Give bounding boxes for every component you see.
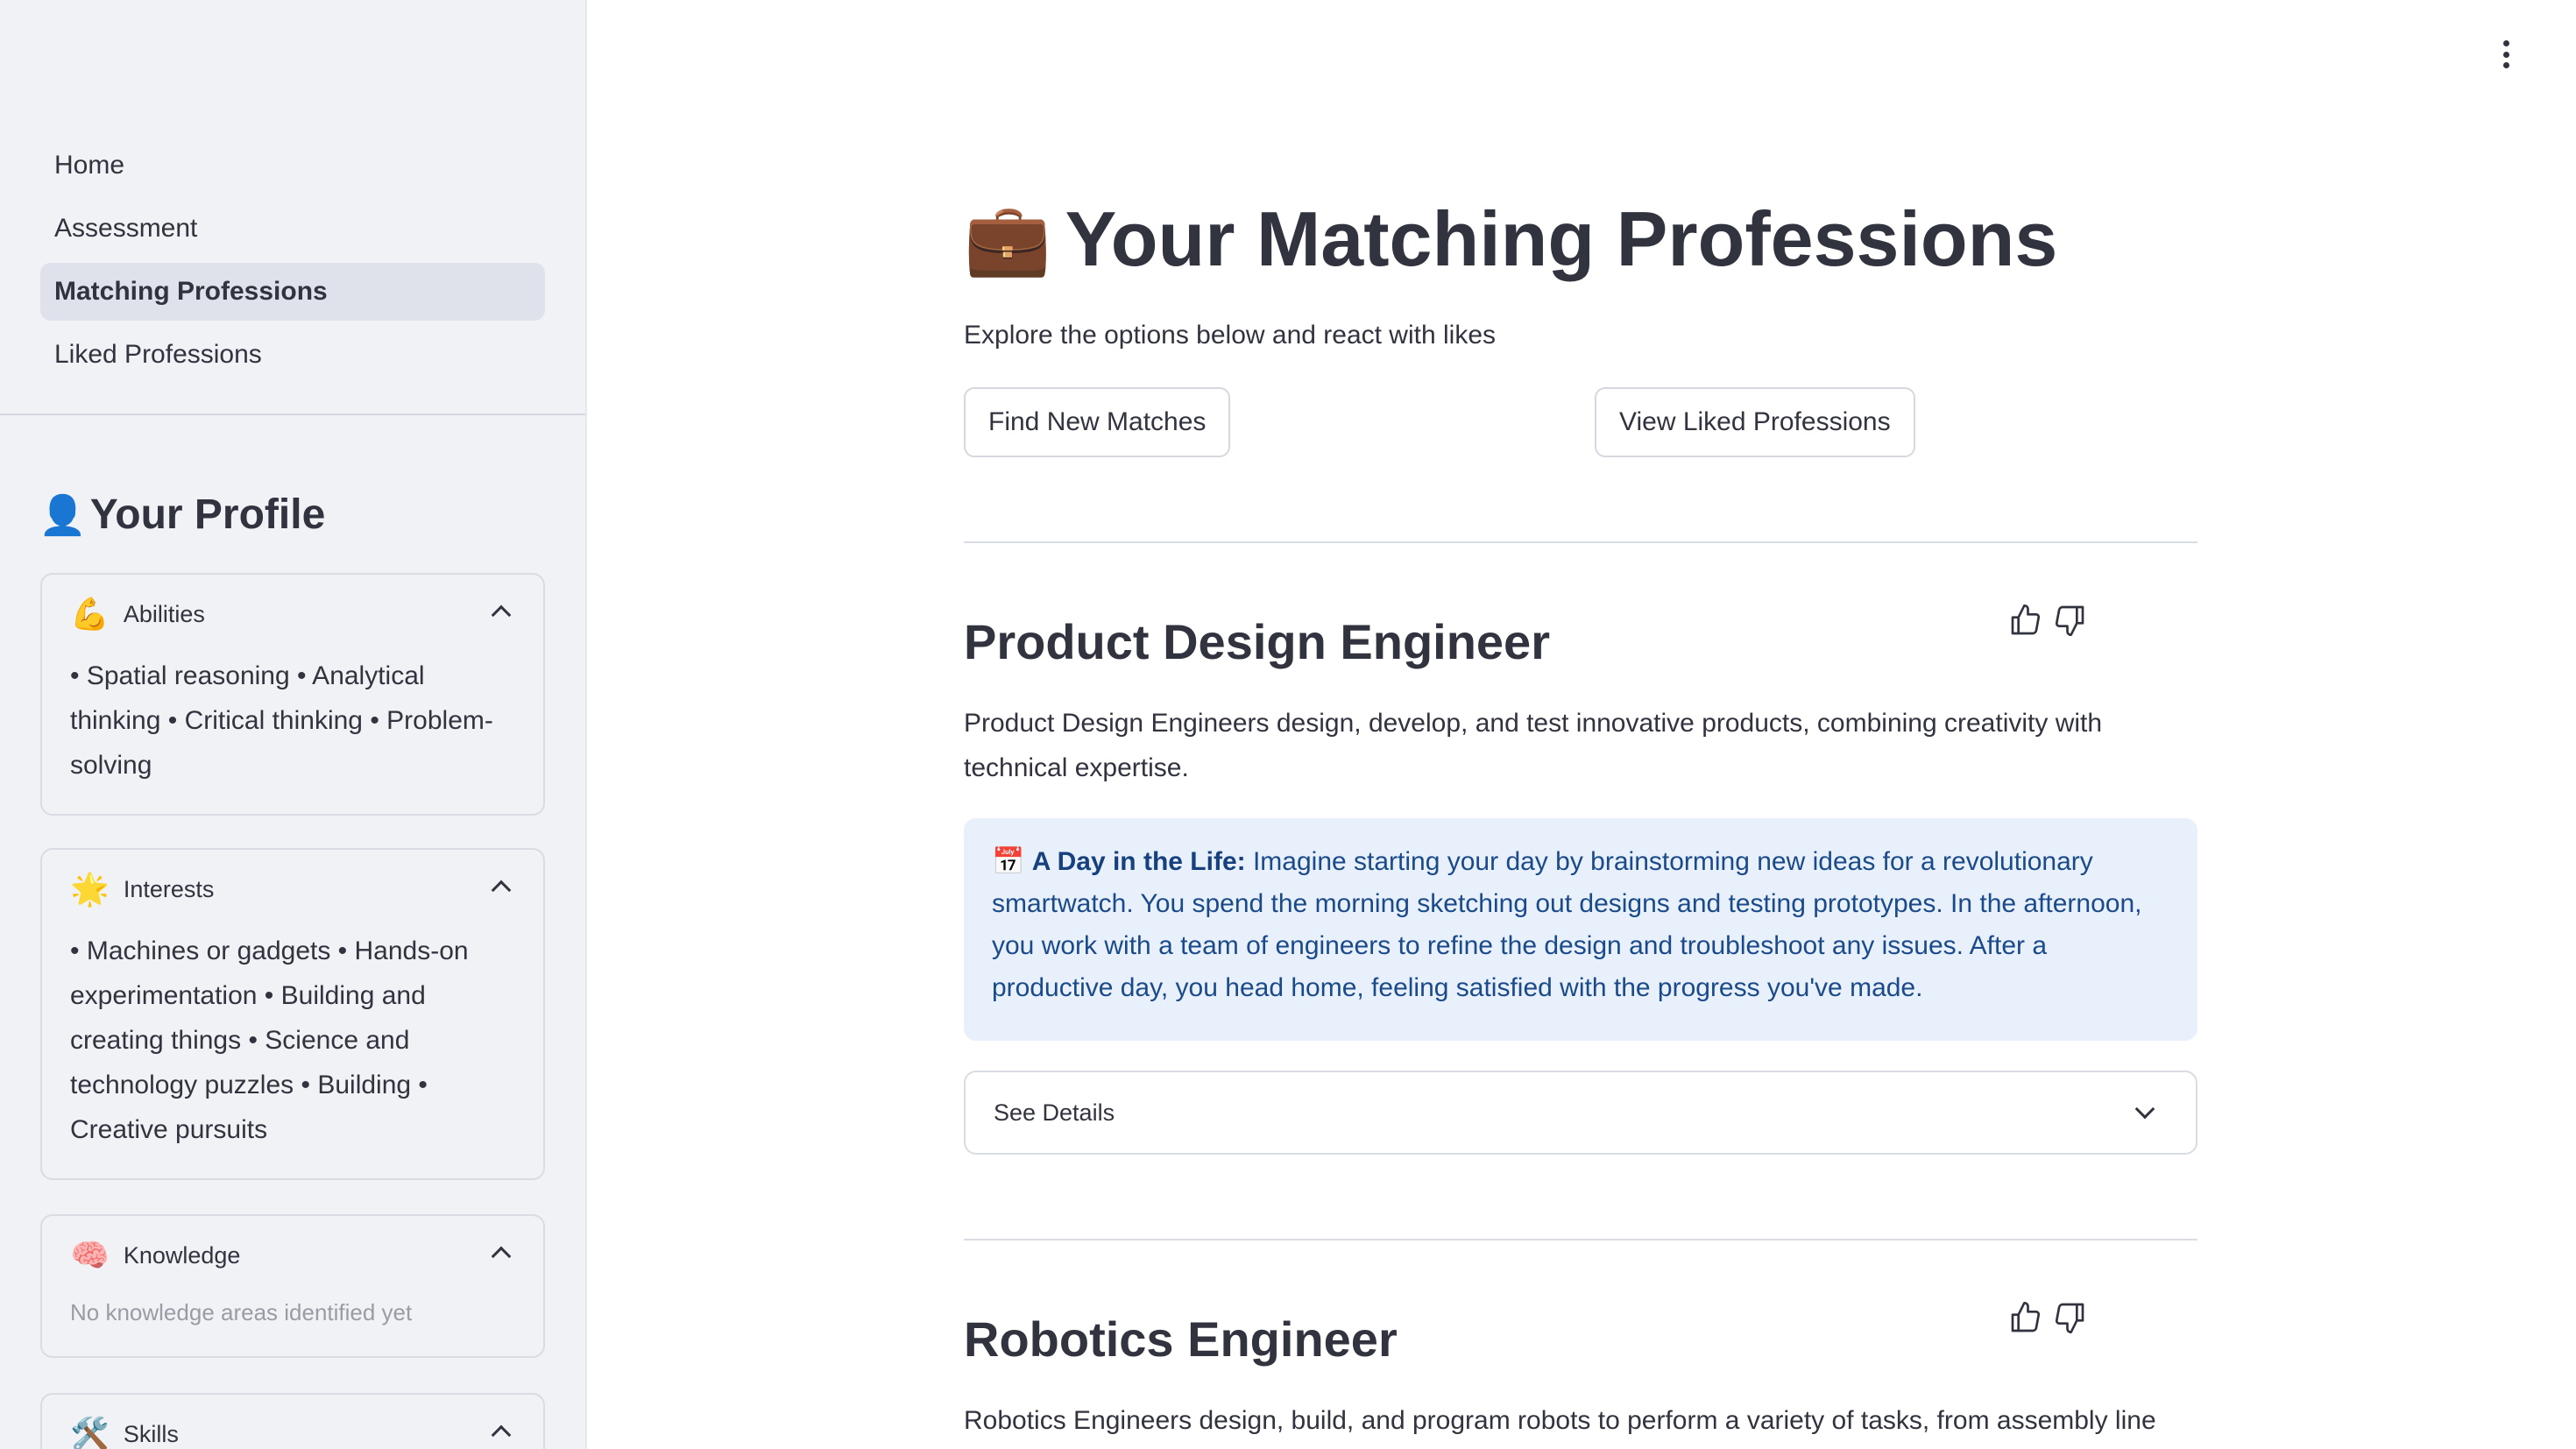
knowledge-expander: 🧠 Knowledge No knowledge areas identifie… bbox=[40, 1214, 545, 1358]
divider bbox=[964, 1239, 2197, 1240]
nav-item-home[interactable]: Home bbox=[40, 137, 545, 194]
nav-item-matching-professions[interactable]: Matching Professions bbox=[40, 263, 545, 321]
divider bbox=[964, 541, 2197, 543]
thumbs-up-icon[interactable] bbox=[2008, 1300, 2043, 1335]
tools-icon: 🛠️ bbox=[70, 1416, 110, 1449]
knowledge-content: No knowledge areas identified yet bbox=[70, 1299, 413, 1325]
day-in-life-label: A Day in the Life: bbox=[1031, 847, 1246, 876]
more-menu-icon[interactable] bbox=[2499, 40, 2513, 68]
find-new-matches-button[interactable]: Find New Matches bbox=[964, 387, 1231, 457]
skills-expander-header[interactable]: 🛠️ Skills bbox=[42, 1395, 543, 1449]
abilities-content: • Spatial reasoning • Analytical thinkin… bbox=[70, 661, 493, 780]
thumbs-up-icon[interactable] bbox=[2008, 603, 2043, 638]
sidebar: Home Assessment Matching Professions Lik… bbox=[0, 0, 587, 1449]
chevron-up-icon bbox=[491, 1424, 512, 1445]
nav-divider bbox=[0, 413, 585, 415]
thumbs-down-icon[interactable] bbox=[2052, 1300, 2087, 1335]
chevron-up-icon bbox=[491, 604, 512, 626]
profession-description: Product Design Engineers design, develop… bbox=[964, 709, 2103, 782]
interests-expander: 🌟 Interests • Machines or gadgets • Hand… bbox=[40, 848, 545, 1180]
page-title: 💼 Your Matching Professions bbox=[964, 194, 2057, 284]
profile-title: Your Profile bbox=[89, 491, 326, 538]
interests-label: Interests bbox=[123, 875, 215, 902]
skills-expander: 🛠️ Skills bbox=[40, 1393, 545, 1449]
profile-heading: 👤 Your Profile bbox=[39, 491, 325, 539]
interests-expander-header[interactable]: 🌟 Interests bbox=[42, 850, 543, 929]
nav-item-liked-professions[interactable]: Liked Professions bbox=[40, 326, 545, 384]
page-title-text: Your Matching Professions bbox=[1065, 195, 2058, 282]
person-icon: 👤 bbox=[39, 493, 87, 537]
brain-icon: 🧠 bbox=[70, 1237, 110, 1273]
abilities-expander: 💪 Abilities • Spatial reasoning • Analyt… bbox=[40, 573, 545, 816]
reaction-buttons bbox=[2008, 603, 2087, 638]
chevron-up-icon bbox=[491, 880, 512, 901]
profession-title: Product Design Engineer bbox=[964, 614, 1550, 669]
abilities-expander-header[interactable]: 💪 Abilities bbox=[42, 575, 543, 654]
star-icon: 🌟 bbox=[70, 871, 110, 907]
nav-item-assessment[interactable]: Assessment bbox=[40, 200, 545, 258]
view-liked-professions-button[interactable]: View Liked Professions bbox=[1595, 387, 1915, 457]
profession-title: Robotics Engineer bbox=[964, 1311, 1398, 1367]
skills-label: Skills bbox=[123, 1420, 179, 1447]
reaction-buttons bbox=[2008, 1300, 2087, 1335]
calendar-icon: 📅 bbox=[992, 847, 1025, 876]
knowledge-label: Knowledge bbox=[123, 1241, 241, 1269]
flexed-biceps-icon: 💪 bbox=[70, 596, 110, 632]
see-details-expander[interactable]: See Details bbox=[964, 1071, 2197, 1155]
profession-description: Robotics Engineers design, build, and pr… bbox=[964, 1406, 2156, 1435]
knowledge-expander-header[interactable]: 🧠 Knowledge bbox=[42, 1216, 543, 1295]
interests-content: • Machines or gadgets • Hands-on experim… bbox=[70, 937, 469, 1144]
sidebar-nav: Home Assessment Matching Professions Lik… bbox=[40, 137, 545, 389]
page-subtitle: Explore the options below and react with… bbox=[964, 321, 1497, 350]
thumbs-down-icon[interactable] bbox=[2052, 603, 2087, 638]
briefcase-icon: 💼 bbox=[964, 200, 1051, 278]
chevron-down-icon bbox=[2134, 1099, 2155, 1120]
day-in-life-box: 📅 A Day in the Life: Imagine starting yo… bbox=[964, 818, 2197, 1041]
see-details-label: See Details bbox=[994, 1099, 1115, 1126]
chevron-up-icon bbox=[491, 1246, 512, 1267]
abilities-label: Abilities bbox=[123, 600, 205, 627]
